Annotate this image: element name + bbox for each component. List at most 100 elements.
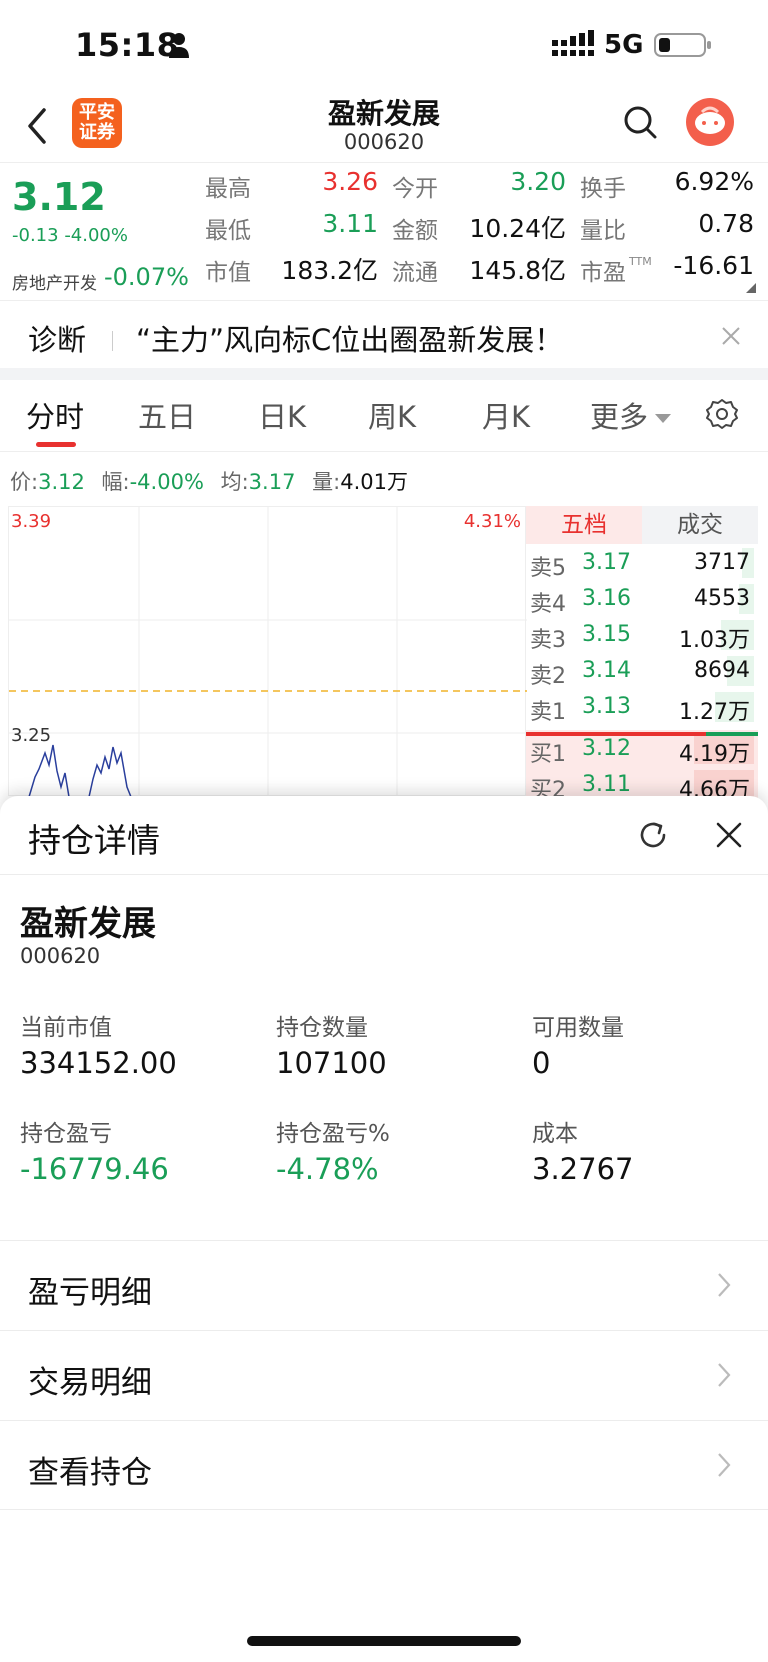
status-bar: 15:18 5G	[0, 0, 768, 90]
tab-intraday[interactable]: 分时	[26, 394, 84, 436]
order-level-volume: 1.03万	[679, 628, 750, 653]
order-level-volume: 8694	[694, 658, 750, 683]
pnl-value: -16779.46	[20, 1152, 169, 1186]
order-level-label: 卖4	[530, 592, 566, 617]
available-value: 0	[532, 1046, 551, 1080]
available-label: 可用数量	[532, 1015, 624, 1041]
volume-label: 量:	[312, 470, 341, 494]
search-icon[interactable]	[622, 104, 658, 140]
chart-high-price: 3.39	[11, 511, 52, 532]
pnl-percent-value: -4.78%	[276, 1152, 379, 1186]
intraday-chart[interactable]: 3.39 4.31% 3.25	[8, 506, 527, 797]
sector-change[interactable]: -0.07%	[104, 263, 189, 291]
amplitude-label: 幅:	[101, 470, 130, 494]
chart-grid	[9, 507, 527, 797]
order-book: 五档 成交 卖5 3.17 3717 卖4 3.16 4553 卖3 3.15 1.03万 卖2 3…	[526, 506, 758, 804]
stock-code: 000620	[343, 130, 425, 154]
close-icon[interactable]	[720, 325, 742, 347]
signal-icon	[552, 30, 594, 56]
average-value: 3.17	[248, 470, 296, 494]
chat-bubble-icon	[695, 106, 725, 134]
chevron-right-icon	[718, 1453, 731, 1477]
order-book-row[interactable]: 卖1 3.13 1.27万	[526, 688, 758, 726]
order-book-row[interactable]: 卖4 3.16 4553	[526, 580, 758, 618]
home-indicator[interactable]	[247, 1636, 521, 1646]
order-level-label: 卖1	[530, 700, 566, 725]
menu-item-pnl-detail[interactable]: 盈亏明细	[0, 1240, 768, 1330]
turnover-value: 6.92%	[674, 167, 754, 196]
network-type: 5G	[604, 30, 644, 60]
menu-item-trade-detail[interactable]: 交易明细	[0, 1330, 768, 1420]
pe-label: 市盈	[580, 260, 626, 286]
tab-daily-k[interactable]: 日K	[258, 394, 306, 436]
sell-buy-divider-red	[526, 732, 706, 736]
pnl-percent-label: 持仓盈亏%	[276, 1121, 390, 1147]
close-icon[interactable]	[714, 820, 744, 850]
price-info-label: 价:	[10, 470, 39, 494]
intraday-info-line: 价:3.12 幅:-4.00% 均:3.17 量:4.01万	[10, 466, 418, 496]
diagnosis-label: 诊断	[28, 323, 87, 357]
order-level-price: 3.12	[582, 736, 631, 761]
menu-item-label: 查看持仓	[28, 1455, 152, 1491]
chevron-right-icon	[718, 1363, 731, 1387]
menu-item-label: 交易明细	[28, 1365, 152, 1401]
tab-trades[interactable]: 成交	[642, 506, 758, 544]
amount-label: 金额	[392, 218, 438, 244]
market-value-label: 当前市值	[20, 1015, 112, 1041]
holding-stock-code: 000620	[20, 944, 101, 968]
assistant-avatar[interactable]	[686, 98, 734, 146]
tab-weekly-k[interactable]: 周K	[368, 394, 416, 436]
open-label: 今开	[392, 176, 438, 202]
chevron-down-icon	[655, 414, 671, 423]
tab-five-day[interactable]: 五日	[138, 394, 196, 436]
divider	[0, 874, 768, 875]
tab-five-levels[interactable]: 五档	[526, 506, 642, 544]
high-label: 最高	[205, 176, 251, 202]
low-label: 最低	[205, 218, 251, 244]
expand-corner-icon[interactable]	[746, 283, 756, 293]
tab-monthly-k[interactable]: 月K	[482, 394, 530, 436]
change-value: -0.13	[12, 225, 59, 246]
price-info-value: 3.12	[38, 470, 85, 494]
price-change: -0.13 -4.00%	[12, 225, 128, 246]
top-bar: 平安 证券 盈新发展 000620	[0, 90, 768, 162]
order-book-row[interactable]: 卖2 3.14 8694	[526, 652, 758, 690]
holding-stock-name: 盈新发展	[20, 904, 156, 944]
market-cap-value: 183.2亿	[281, 256, 378, 285]
sheet-title: 持仓详情	[28, 821, 160, 860]
gear-icon[interactable]	[706, 398, 738, 430]
amount-value: 10.24亿	[469, 214, 566, 243]
order-level-volume: 1.27万	[679, 700, 750, 725]
menu-item-view-holdings[interactable]: 查看持仓	[0, 1420, 768, 1510]
volume-ratio-label: 量比	[580, 218, 626, 244]
order-level-price: 3.14	[582, 658, 631, 683]
order-level-price: 3.15	[582, 622, 631, 647]
low-value: 3.11	[322, 209, 378, 238]
float-cap-label: 流通	[392, 260, 438, 286]
tab-more[interactable]: 更多	[590, 394, 648, 436]
float-cap-value: 145.8亿	[469, 256, 566, 285]
cost-label: 成本	[532, 1121, 578, 1147]
sector-name[interactable]: 房地产开发	[12, 269, 97, 294]
average-label: 均:	[220, 470, 249, 494]
chevron-right-icon	[718, 1273, 731, 1297]
chart-high-percent: 4.31%	[463, 511, 521, 532]
quantity-value: 107100	[276, 1046, 387, 1080]
sell-buy-divider-green	[706, 732, 758, 736]
order-book-row[interactable]: 卖3 3.15 1.03万	[526, 616, 758, 654]
broker-logo[interactable]: 平安 证券	[72, 98, 122, 148]
current-price: 3.12	[12, 175, 106, 219]
cost-value: 3.2767	[532, 1152, 634, 1186]
diagnosis-text[interactable]: “主力”风向标C位出圈盈新发展！	[136, 317, 563, 359]
stock-name: 盈新发展	[327, 97, 440, 130]
refresh-icon[interactable]	[636, 818, 670, 852]
back-icon[interactable]	[22, 104, 52, 148]
order-level-volume: 4553	[694, 586, 750, 611]
order-level-volume: 3717	[694, 550, 750, 575]
order-level-price: 3.17	[582, 550, 631, 575]
order-level-label: 买1	[530, 742, 566, 767]
order-level-price: 3.13	[582, 694, 631, 719]
diagnosis-bar[interactable]: 诊断 “主力”风向标C位出圈盈新发展！	[0, 300, 768, 368]
open-value: 3.20	[510, 167, 566, 196]
order-book-row[interactable]: 卖5 3.17 3717	[526, 544, 758, 582]
